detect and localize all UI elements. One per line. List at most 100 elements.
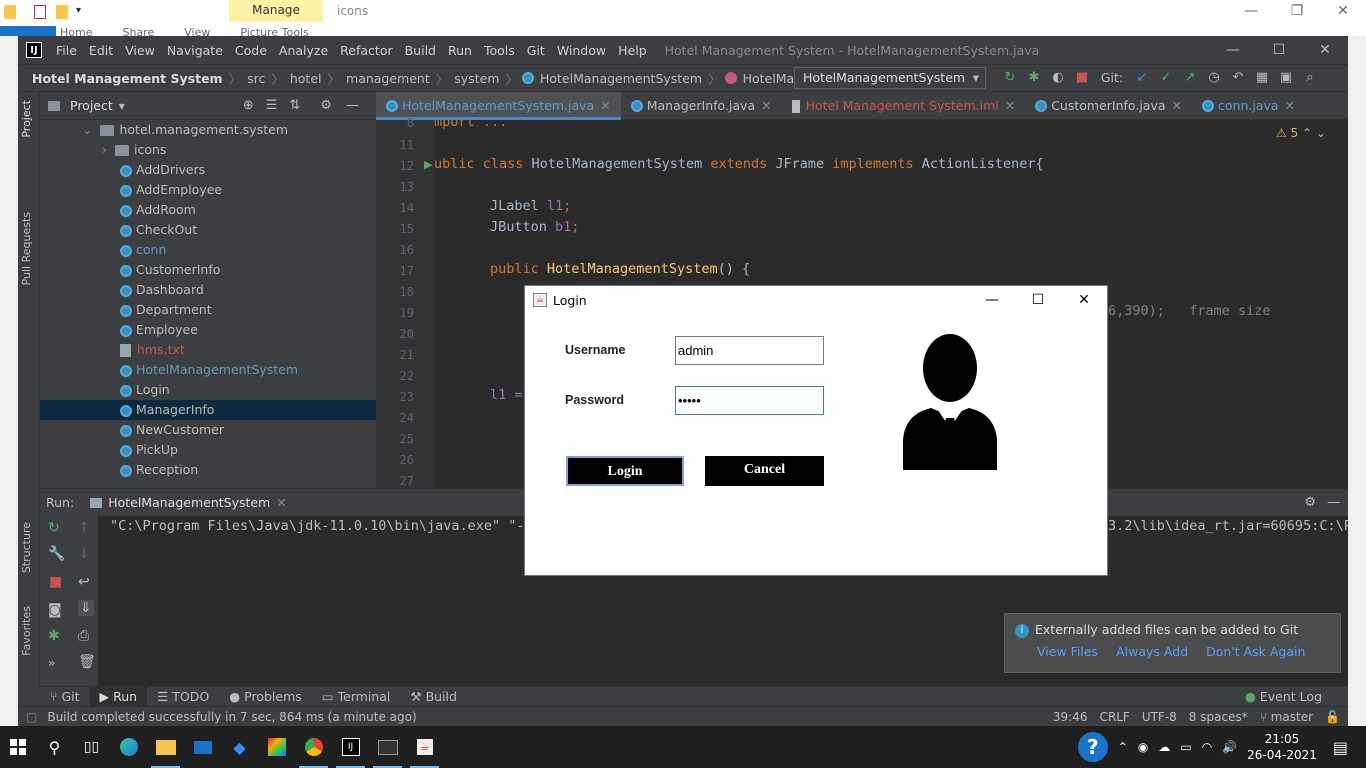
intellij-logo-icon[interactable]: IJ	[26, 42, 42, 58]
close-icon[interactable]: ✕	[1285, 98, 1295, 113]
gear-icon[interactable]: ⚙	[1304, 495, 1316, 510]
tool-tab-git[interactable]: ⑂ Git	[40, 687, 90, 707]
login-button[interactable]: Login	[566, 456, 684, 486]
dont-ask-again-link[interactable]: Don't Ask Again	[1206, 644, 1305, 659]
close-icon[interactable]: ✕	[1172, 98, 1182, 113]
menu-view[interactable]: View	[119, 43, 161, 58]
tab-managerinfo-java[interactable]: ManagerInfo.java ✕	[621, 92, 782, 120]
breadcrumb-class[interactable]: HotelManagementSystem	[538, 71, 704, 86]
favorites-tool-button[interactable]: Favorites	[20, 606, 33, 656]
tool-tab-terminal[interactable]: ▭ Terminal	[312, 687, 401, 707]
menu-help[interactable]: Help	[612, 43, 653, 58]
menu-refactor[interactable]: Refactor	[334, 43, 398, 58]
breadcrumb-src[interactable]: src	[245, 71, 267, 86]
scroll-to-end-icon[interactable]: ⇓	[78, 600, 94, 616]
wifi-icon[interactable]: ◠	[1202, 740, 1212, 754]
close-icon[interactable]: ✕	[761, 98, 771, 113]
terminal-app[interactable]	[369, 726, 406, 768]
warnings-indicator[interactable]: ⚠ 5 ⌃ ⌄	[1276, 126, 1326, 140]
history-icon[interactable]: ◷	[1202, 66, 1226, 90]
tree-item-customerinfo[interactable]: CustomerInfo	[120, 260, 220, 280]
camera-icon[interactable]: ◉	[1138, 740, 1148, 754]
tree-item-conn[interactable]: conn	[120, 240, 166, 260]
git-branch[interactable]: ⑂ master	[1260, 710, 1313, 724]
wrench-icon[interactable]: 🔧	[48, 546, 65, 562]
notifications-icon[interactable]: ▤	[1333, 738, 1348, 757]
more-icon[interactable]: »	[48, 656, 55, 670]
menu-tools[interactable]: Tools	[478, 43, 521, 58]
tab-conn-java[interactable]: conn.java ✕	[1192, 92, 1305, 120]
locate-icon[interactable]: ⊕	[243, 98, 254, 113]
run-tab-hotelmanagementsystem[interactable]: HotelManagementSystem	[108, 495, 270, 510]
view-files-link[interactable]: View Files	[1037, 644, 1098, 659]
settings-icon[interactable]: ▣	[1274, 66, 1298, 90]
tree-package-root[interactable]: ⌄ hotel.management.system	[82, 120, 288, 140]
always-add-link[interactable]: Always Add	[1116, 644, 1188, 659]
tool-tab-run[interactable]: ▶ Run	[89, 686, 148, 707]
chrome-app[interactable]	[295, 726, 332, 768]
rollback-icon[interactable]: ↶	[1226, 66, 1250, 90]
menu-file[interactable]: File	[50, 43, 83, 58]
menu-code[interactable]: Code	[229, 43, 273, 58]
search-button[interactable]: ⚲	[36, 726, 73, 768]
rerun-icon[interactable]: ↻	[48, 520, 60, 536]
chevron-down-icon[interactable]: ▾	[76, 5, 88, 19]
battery-icon[interactable]: ▭	[1180, 740, 1191, 754]
menu-git[interactable]: Git	[521, 43, 551, 58]
maximize-icon[interactable]: ☐	[1015, 286, 1061, 314]
line-separator[interactable]: CRLF	[1100, 710, 1130, 724]
close-icon[interactable]: ✕	[1061, 286, 1107, 314]
file-explorer-app[interactable]	[147, 726, 184, 768]
task-view-button[interactable]: ▯▯	[73, 726, 110, 768]
stop-icon[interactable]: ■	[49, 574, 62, 590]
maximize-icon[interactable]: ☐	[1256, 36, 1302, 64]
tree-item-icons[interactable]: › icons	[102, 140, 166, 160]
trash-icon[interactable]: 🗑	[78, 654, 96, 670]
tree-item-addroom[interactable]: AddRoom	[120, 200, 196, 220]
tree-item-adddrivers[interactable]: AddDrivers	[120, 160, 205, 180]
collapse-all-icon[interactable]: ⇅	[289, 98, 300, 113]
tree-item-checkout[interactable]: CheckOut	[120, 220, 197, 240]
rerun-icon[interactable]: ↻	[998, 66, 1022, 90]
dropbox-app[interactable]: ◆	[221, 726, 258, 768]
menu-run[interactable]: Run	[442, 43, 478, 58]
stop-icon[interactable]: ■	[1070, 66, 1094, 90]
tree-item-department[interactable]: Department	[120, 300, 212, 320]
caret-position[interactable]: 39:46	[1053, 710, 1088, 724]
tool-tab-todo[interactable]: ☰ TODO	[147, 687, 219, 707]
coverage-icon[interactable]: ◐	[1046, 66, 1070, 90]
debug-icon[interactable]: ✱	[48, 628, 60, 644]
menu-edit[interactable]: Edit	[83, 43, 119, 58]
restore-icon[interactable]: ❐	[1274, 0, 1320, 22]
event-log-button[interactable]: ● Event Log	[1235, 687, 1332, 707]
file-encoding[interactable]: UTF-8	[1142, 710, 1177, 724]
edge-app[interactable]	[110, 726, 147, 768]
menu-build[interactable]: Build	[399, 43, 442, 58]
help-icon[interactable]: ?	[1077, 732, 1108, 762]
arrow-down-icon[interactable]: ↓	[78, 546, 90, 562]
tool-tab-problems[interactable]: ● Problems	[219, 687, 312, 707]
close-icon[interactable]: ✕	[600, 98, 610, 113]
cancel-button[interactable]: Cancel	[705, 456, 824, 486]
username-field[interactable]: admin	[675, 336, 824, 365]
tree-item-addemployee[interactable]: AddEmployee	[120, 180, 222, 200]
git-update-icon[interactable]: ↙	[1130, 66, 1154, 90]
volume-icon[interactable]: 🔊	[1222, 740, 1237, 754]
breadcrumb-project[interactable]: Hotel Management System	[30, 71, 225, 86]
menu-window[interactable]: Window	[551, 43, 612, 58]
password-field[interactable]: •••••	[675, 386, 824, 415]
structure-tool-button[interactable]: Structure	[20, 522, 33, 573]
hide-icon[interactable]: —	[1327, 495, 1340, 510]
explorer-file-tab[interactable]	[0, 26, 56, 36]
tree-item-reception[interactable]: Reception	[120, 460, 198, 480]
tree-item-pickup[interactable]: PickUp	[120, 440, 178, 460]
camera-icon[interactable]: ◙	[48, 602, 62, 618]
print-icon[interactable]: ⎙	[78, 628, 89, 644]
search-icon[interactable]: ⌕	[1298, 66, 1322, 90]
minimize-icon[interactable]: —	[969, 286, 1015, 314]
project-tool-button[interactable]: Project	[20, 100, 33, 138]
clock[interactable]: 21:05 26-04-2021	[1247, 731, 1317, 763]
intellij-app[interactable]: IJ	[332, 726, 369, 768]
tree-item-dashboard[interactable]: Dashboard	[120, 280, 204, 300]
properties-icon[interactable]	[34, 5, 46, 19]
